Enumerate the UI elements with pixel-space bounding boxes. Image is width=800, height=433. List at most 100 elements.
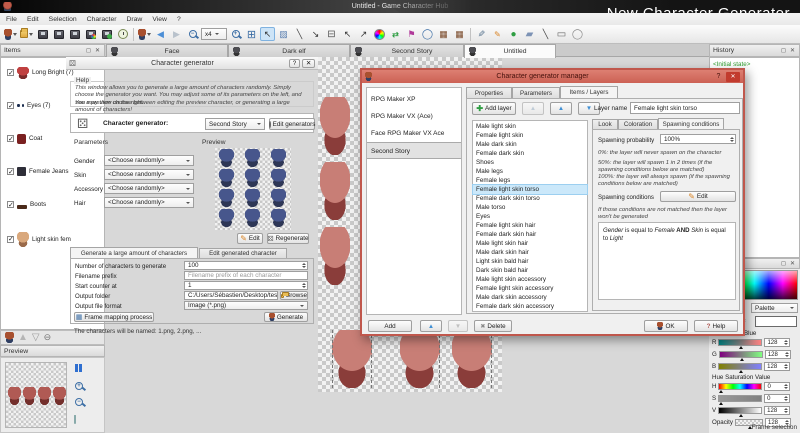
swap-colors-button[interactable]: ⇄ [388, 27, 403, 41]
layer-item[interactable]: Eyes [473, 212, 587, 221]
gender-combo[interactable]: <Choose randomly> [104, 155, 194, 166]
layer-list[interactable]: Male light skin Female light skin Male d… [472, 120, 588, 312]
tab-properties[interactable]: Properties [466, 87, 512, 98]
menu-view[interactable]: View [152, 16, 167, 23]
delete-generator-button[interactable]: ✖Delete [474, 320, 512, 332]
menu-selection[interactable]: Selection [49, 16, 77, 23]
dialog-titlebar[interactable]: Character generator manager ? ✕ [362, 70, 743, 83]
edit-preview-button[interactable]: ✎Edit [237, 233, 263, 244]
layer-item[interactable]: Male light skin accessory [473, 275, 587, 284]
tab-spawning-conditions[interactable]: Spawning conditions [658, 118, 724, 129]
value-value[interactable]: 128 [764, 406, 790, 415]
generator-combo[interactable]: Second Story [205, 118, 265, 130]
rectangle-tool-button[interactable]: ▭ [554, 27, 569, 41]
tab-face[interactable]: Face [106, 44, 228, 57]
skin-combo[interactable]: <Choose randomly> [104, 169, 194, 180]
conditions-box[interactable]: Gender is equal to Female AND Skin is eq… [598, 222, 736, 300]
blue-slider[interactable] [718, 363, 762, 370]
close-icon[interactable]: ✕ [94, 47, 101, 54]
generator-button[interactable] [137, 27, 152, 41]
generator-move-down-button[interactable]: ▼ [448, 320, 468, 332]
eraser-button[interactable]: ▰ [522, 27, 537, 41]
dialog-titlebar[interactable]: ⚄ Character generator ? ✕ [66, 57, 318, 70]
zoom-level-combo[interactable]: x4 [201, 28, 227, 40]
hue-value[interactable]: 0 [764, 382, 790, 391]
export-green-button[interactable] [99, 27, 114, 41]
tab-coloration[interactable]: Coloration [618, 119, 658, 129]
checkbox-checked[interactable] [7, 168, 14, 175]
generator-move-up-button[interactable]: ▲ [420, 320, 442, 332]
pattern-a-button[interactable]: ▦ [436, 27, 451, 41]
export-button[interactable] [83, 27, 98, 41]
float-panel-icon[interactable]: ◻ [780, 47, 787, 54]
layer-name-input[interactable]: Female light skin torso [630, 102, 740, 114]
folder-input[interactable]: C:/Users/Sébastien/Desktop/test 1 [184, 291, 278, 300]
rect-select-tool-button[interactable]: ▨ [276, 27, 291, 41]
layer-item[interactable]: Male dark skin [473, 140, 587, 149]
value-slider[interactable] [718, 407, 762, 414]
help-titlebar-button[interactable]: ? [713, 73, 724, 80]
menu-file[interactable]: File [6, 16, 17, 23]
tab-edit-generated[interactable]: Edit generated character [199, 248, 287, 258]
layer-item[interactable]: Female legs [473, 176, 587, 185]
preview-zoom-in-button[interactable]: + [75, 382, 83, 390]
move-up-button[interactable]: ▲ [18, 332, 28, 343]
tab-dark-elf[interactable]: Dark elf [228, 44, 350, 57]
add-generator-button[interactable]: Add [368, 320, 412, 332]
stroke-tool-button[interactable]: ╲ [292, 27, 307, 41]
float-panel-icon[interactable]: ◻ [85, 47, 92, 54]
layer-item[interactable]: Shoes [473, 158, 587, 167]
edit-generators-button[interactable]: Edit generators [269, 118, 315, 130]
edit-conditions-button[interactable]: ✎Edit [660, 191, 736, 202]
preview-zoom-out-button[interactable]: − [75, 398, 83, 406]
generator-list-item[interactable]: Face RPG Maker VX Ace [367, 125, 461, 142]
layer-item[interactable]: Female light skin [473, 131, 587, 140]
generator-list[interactable]: RPG Maker XP RPG Maker VX (Ace) Face RPG… [366, 87, 462, 315]
history-entry[interactable]: <Initial state> [713, 61, 796, 68]
add-item-button[interactable] [5, 332, 14, 343]
cursor-mode-a-button[interactable]: ↖ [340, 27, 355, 41]
layer-item[interactable]: Female dark skin hair [473, 230, 587, 239]
regenerate-button[interactable]: ⚄Regenerate [267, 233, 309, 244]
red-slider[interactable] [718, 339, 762, 346]
layer-item[interactable]: Male light skin hair [473, 239, 587, 248]
pause-button[interactable] [75, 364, 82, 372]
hair-combo[interactable]: <Choose randomly> [104, 197, 194, 208]
ring-button[interactable]: ◯ [420, 27, 435, 41]
current-color-swatch[interactable] [755, 316, 797, 327]
redo-button[interactable]: ▶ [169, 27, 184, 41]
generator-list-item-selected[interactable]: Second Story [367, 142, 461, 159]
palette-combo[interactable]: Palette [751, 303, 798, 313]
layer-item[interactable]: Female dark skin torso [473, 194, 587, 203]
remove-item-button[interactable]: ⊖ [44, 332, 52, 343]
eyedropper-button[interactable]: ✎ [474, 27, 489, 41]
pencil-button[interactable]: ✎ [490, 27, 505, 41]
book-icon[interactable] [74, 415, 76, 424]
new-character-button[interactable] [3, 27, 18, 41]
accessory-combo[interactable]: <Choose randomly> [104, 183, 194, 194]
layer-item[interactable]: Female light skin accessory [473, 284, 587, 293]
pattern-b-button[interactable]: ▦ [452, 27, 467, 41]
float-panel-icon[interactable]: ◻ [780, 260, 787, 267]
browse-button[interactable]: Browse [280, 291, 308, 300]
shrink-selection-button[interactable]: ⊟ [324, 27, 339, 41]
layer-move-up-button[interactable]: ▲ [550, 102, 572, 115]
checkbox-checked[interactable] [7, 69, 14, 76]
help-titlebar-button[interactable]: ? [289, 59, 300, 68]
layer-item[interactable]: Male dark skin hair [473, 248, 587, 257]
counter-spinbox[interactable]: 1 [184, 281, 308, 290]
pointer-tool-button[interactable]: ↖ [260, 27, 275, 41]
layer-item[interactable]: Female light skin hair [473, 221, 587, 230]
generator-list-item[interactable]: RPG Maker VX (Ace) [367, 108, 461, 125]
help-button[interactable]: ?Help [694, 320, 738, 332]
fill-button[interactable]: ● [506, 27, 521, 41]
move-down-button[interactable]: ▽ [32, 332, 40, 343]
add-layer-button[interactable]: ✚Add layer [472, 102, 516, 115]
zoom-in-button[interactable]: + [228, 27, 243, 41]
line-tool-button[interactable]: ╲ [538, 27, 553, 41]
zoom-out-button[interactable]: − [185, 27, 200, 41]
close-button[interactable]: ✕ [302, 59, 315, 68]
layer-item[interactable]: Male legs [473, 167, 587, 176]
spawning-probability-spinbox[interactable]: 100% [660, 134, 736, 144]
undo-button[interactable]: ◀ [153, 27, 168, 41]
